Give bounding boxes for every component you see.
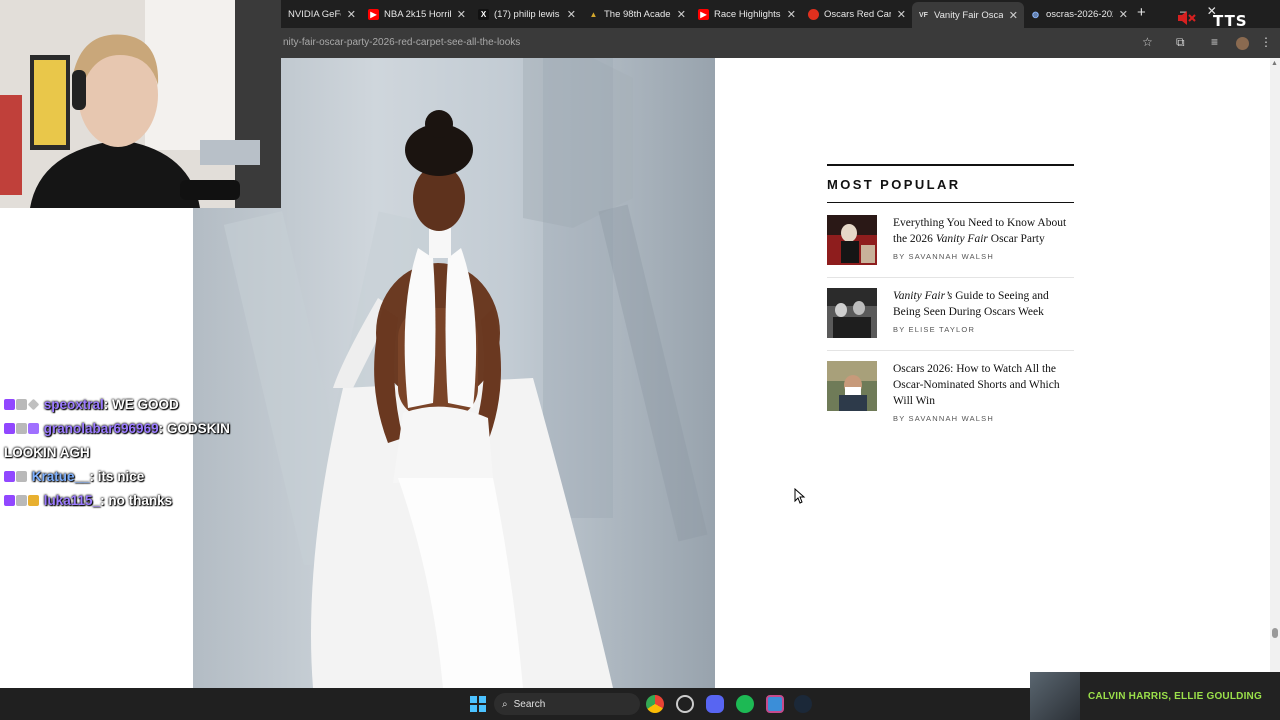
article-thumbnail[interactable]: [827, 215, 877, 265]
close-tab-icon[interactable]: ✕: [567, 8, 576, 21]
tab-oscars-red-carpet[interactable]: Oscars Red Carpe ✕: [802, 3, 912, 25]
profile-avatar[interactable]: [1236, 37, 1249, 50]
close-tab-icon[interactable]: ✕: [347, 8, 356, 21]
windows-start-icon[interactable]: [470, 696, 486, 712]
popular-article[interactable]: Vanity Fair’s Guide to Seeing and Being …: [827, 288, 1074, 351]
close-tab-icon[interactable]: ✕: [677, 8, 686, 21]
article-byline: BY SAVANNAH WALSH: [893, 252, 994, 261]
chat-badge-icon: [16, 471, 27, 482]
tab-title: oscras-2026-2026: [1046, 8, 1113, 20]
article-thumbnail[interactable]: [827, 288, 877, 338]
globe-icon: ◍: [1032, 9, 1039, 19]
media-controls-icon[interactable]: ≡: [1211, 35, 1218, 49]
most-popular-widget: MOST POPULAR Everything You Need to Know…: [827, 164, 1074, 445]
chat-username[interactable]: speoxtral: [44, 397, 104, 412]
tab-nvidia[interactable]: NVIDIA GeFo ✕: [282, 3, 362, 25]
app-icon[interactable]: [766, 695, 784, 713]
obs-icon[interactable]: [676, 695, 694, 713]
article-thumbnail-image: [827, 288, 877, 338]
muted-speaker-icon: [1178, 11, 1196, 25]
x-logo-icon: X: [478, 8, 489, 20]
tab-title: The 98th Academ: [604, 8, 671, 20]
tab-title: NVIDIA GeFo: [288, 8, 341, 20]
now-playing-widget: CALVIN HARRIS, ELLIE GOULDING: [1030, 672, 1280, 720]
chat-badge-icon: [4, 423, 15, 434]
stream-chat: speoxtral: WE GOOD granolabar696969: GOD…: [4, 393, 264, 513]
tab-title: Oscars Red Carpe: [824, 8, 891, 20]
chat-message: speoxtral: WE GOOD: [4, 393, 264, 417]
close-tab-icon[interactable]: ✕: [897, 8, 906, 21]
bookmark-star-icon[interactable]: ☆: [1142, 35, 1153, 49]
chat-message: Kratue__: its nice: [4, 465, 264, 489]
article-headline[interactable]: Everything You Need to Know About the 20…: [893, 215, 1074, 247]
chat-badge-icon: [4, 471, 15, 482]
taskbar-search-placeholder: Search: [513, 698, 546, 710]
chat-username[interactable]: luka115_: [44, 493, 100, 508]
youtube-icon: ▶: [698, 8, 709, 20]
tab-title: Vanity Fair Oscar: [934, 9, 1003, 21]
scrollbar-thumb[interactable]: [1272, 628, 1278, 638]
article-thumbnail-image: [827, 361, 877, 411]
article-headline[interactable]: Oscars 2026: How to Watch All the Oscar-…: [893, 361, 1074, 409]
close-tab-icon[interactable]: ✕: [787, 8, 796, 21]
tab-academy[interactable]: ▲ The 98th Academ ✕: [582, 3, 692, 25]
academy-icon: ▲: [589, 9, 598, 19]
chat-badge-icon: [16, 495, 27, 506]
youtube-icon: ▶: [368, 8, 379, 20]
article-thumbnail[interactable]: [827, 361, 877, 411]
chat-badge-icon: [4, 495, 15, 506]
chat-badge-icon: [16, 399, 27, 410]
chat-message: luka115_: no thanks: [4, 489, 264, 513]
tab-race-highlights[interactable]: ▶ Race Highlights | ✕: [692, 3, 802, 25]
chat-badge-icon: [27, 398, 40, 411]
close-tab-icon[interactable]: ✕: [457, 8, 466, 21]
chrome-icon[interactable]: [646, 695, 664, 713]
tab-title: Race Highlights |: [714, 8, 781, 20]
most-popular-heading: MOST POPULAR: [827, 177, 961, 192]
vanity-fair-icon: VF: [919, 11, 928, 19]
spotify-icon[interactable]: [736, 695, 754, 713]
tab-vanity-fair-active[interactable]: VF Vanity Fair Oscar ✕: [912, 2, 1024, 28]
streamer-webcam-feed: [0, 0, 281, 208]
tab-oscras-2026[interactable]: ◍ oscras-2026-2026 ✕: [1024, 3, 1134, 25]
popular-article[interactable]: Everything You Need to Know About the 20…: [827, 215, 1074, 278]
tab-nba2k15[interactable]: ▶ NBA 2k15 Horrib ✕: [362, 3, 472, 25]
chat-badge-icon: [4, 399, 15, 410]
taskbar-search[interactable]: ⌕ Search: [494, 693, 640, 715]
chat-badge-icon: [28, 495, 39, 506]
chat-text: no thanks: [108, 493, 173, 508]
article-thumbnail-image: [827, 215, 877, 265]
url-field[interactable]: nity-fair-oscar-party-2026-red-carpet-se…: [283, 37, 520, 48]
chat-text: its nice: [97, 469, 145, 484]
chat-badge-icon: [16, 423, 27, 434]
article-headline[interactable]: Vanity Fair’s Guide to Seeing and Being …: [893, 288, 1074, 320]
album-art: [1030, 672, 1080, 720]
discord-icon[interactable]: [706, 695, 724, 713]
search-icon: ⌕: [502, 698, 508, 710]
tab-title: NBA 2k15 Horrib: [384, 8, 451, 20]
webcam-overlay: [0, 0, 281, 208]
chat-text: WE GOOD: [112, 397, 179, 412]
steam-icon[interactable]: [794, 695, 812, 713]
mouse-cursor-icon: [794, 488, 806, 504]
popular-article[interactable]: Oscars 2026: How to Watch All the Oscar-…: [827, 361, 1074, 435]
close-tab-icon[interactable]: ✕: [1119, 8, 1128, 21]
divider: [827, 202, 1074, 203]
tab-philip-lewis[interactable]: X (17) philip lewis o ✕: [472, 3, 582, 25]
extensions-icon[interactable]: ⧉: [1176, 35, 1185, 50]
red-circle-icon: [808, 8, 819, 20]
tab-title: (17) philip lewis o: [494, 8, 561, 20]
chat-message: granolabar696969: GODSKIN LOOKIN AGH: [4, 421, 230, 460]
chat-username[interactable]: Kratue__: [32, 469, 90, 484]
article-byline: BY ELISE TAYLOR: [893, 325, 976, 334]
chat-username[interactable]: granolabar696969: [44, 421, 159, 436]
page-scrollbar[interactable]: ▲: [1270, 58, 1280, 688]
menu-kebab-icon[interactable]: ⋮: [1260, 35, 1272, 49]
article-byline: BY SAVANNAH WALSH: [893, 414, 994, 423]
chat-badge-icon: [28, 423, 39, 434]
scroll-up-arrow-icon[interactable]: ▲: [1271, 60, 1278, 67]
now-playing-artist: CALVIN HARRIS, ELLIE GOULDING: [1088, 690, 1262, 702]
new-tab-button[interactable]: +: [1137, 4, 1146, 21]
close-tab-icon[interactable]: ✕: [1009, 9, 1018, 22]
